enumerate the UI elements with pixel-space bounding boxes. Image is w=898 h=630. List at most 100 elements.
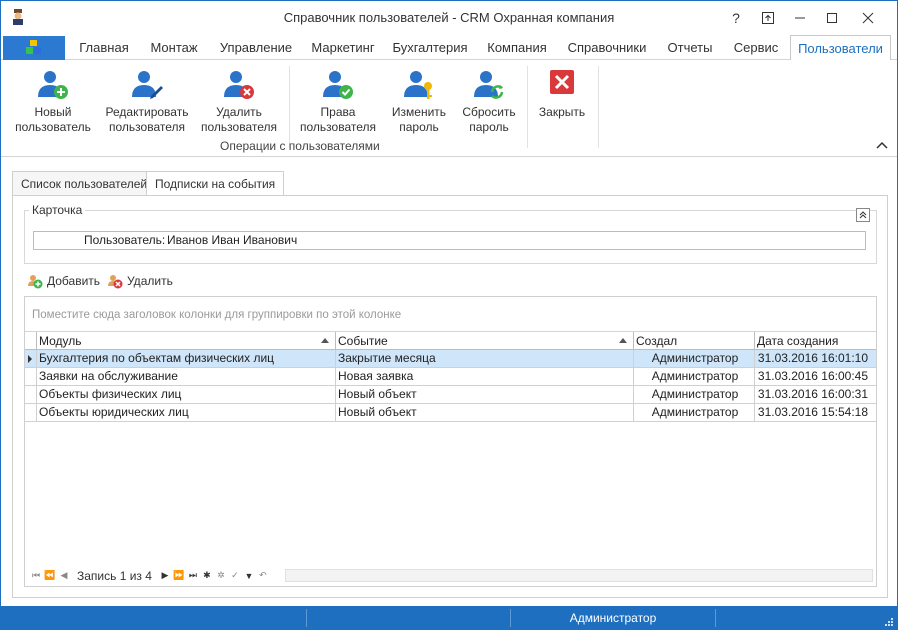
- help-label: ?: [732, 9, 740, 26]
- nav-prev-icon[interactable]: ◀: [57, 569, 71, 583]
- nav-next-page-icon[interactable]: ⏩: [172, 569, 186, 583]
- close-window-button[interactable]: [853, 1, 883, 34]
- close-red-icon: [550, 70, 574, 94]
- reset-password-button[interactable]: Сбросить пароль: [457, 66, 521, 138]
- tab-marketing[interactable]: Маркетинг: [305, 35, 381, 60]
- column-header-event-label: Событие: [338, 334, 388, 348]
- tab-user-list[interactable]: Список пользователей: [12, 171, 157, 196]
- row-indicator: [25, 386, 36, 404]
- change-password-button[interactable]: Изменить пароль: [385, 66, 453, 138]
- subscriptions-tab-page: Карточка Пользователь: Иванов Иван Ивано…: [12, 195, 888, 598]
- ribbon-display-icon: [762, 11, 774, 24]
- user-field[interactable]: Пользователь: Иванов Иван Иванович: [33, 231, 866, 250]
- tab-upravlenie[interactable]: Управление: [211, 35, 301, 60]
- nav-delete-icon[interactable]: ✲: [214, 569, 228, 583]
- tab-event-subscriptions[interactable]: Подписки на события: [146, 171, 285, 197]
- cell-created-at[interactable]: 31.03.2016 16:00:31: [754, 386, 876, 404]
- resize-grip-icon[interactable]: [884, 617, 894, 627]
- main-window: Справочник пользователей - CRM Охранная …: [0, 0, 898, 630]
- cell-event[interactable]: Новый объект: [335, 404, 633, 422]
- cell-created-by[interactable]: Администратор: [633, 404, 754, 422]
- sort-ascending-icon: [321, 338, 329, 343]
- tab-otchety[interactable]: Отчеты: [659, 35, 721, 60]
- tab-kompaniya[interactable]: Компания: [479, 35, 555, 60]
- cell-event[interactable]: Новый объект: [335, 386, 633, 404]
- tab-glavnaya[interactable]: Главная: [71, 35, 137, 60]
- edit-user-label-2: пользователя: [109, 120, 185, 134]
- cell-created-at[interactable]: 31.03.2016 16:01:10: [754, 350, 876, 368]
- user-key-icon: [404, 71, 432, 99]
- tab-polzovateli[interactable]: Пользователи: [790, 35, 891, 61]
- minimize-button[interactable]: [785, 1, 815, 34]
- maximize-button[interactable]: [817, 1, 847, 34]
- cell-created-by[interactable]: Администратор: [633, 368, 754, 386]
- user-check-icon: [323, 71, 353, 99]
- column-header-module[interactable]: Модуль: [36, 332, 335, 350]
- nav-next-icon[interactable]: ▶: [158, 569, 172, 583]
- cell-module[interactable]: Заявки на обслуживание: [36, 368, 335, 386]
- horizontal-scrollbar[interactable]: [285, 569, 873, 582]
- nav-prev-page-icon[interactable]: ⏪: [43, 569, 57, 583]
- tab-montazh[interactable]: Монтаж: [141, 35, 207, 60]
- delete-user-button[interactable]: Удалить пользователя: [197, 66, 281, 138]
- column-header-module-label: Модуль: [39, 334, 82, 348]
- add-label: Добавить: [47, 274, 101, 288]
- nav-last-icon[interactable]: ⏭: [186, 569, 200, 583]
- nav-filter-icon[interactable]: ▼: [242, 569, 256, 583]
- column-header-created-by[interactable]: Создал: [633, 332, 754, 350]
- delete-subscription-button[interactable]: Удалить: [106, 271, 173, 291]
- ribbon-separator: [598, 66, 599, 148]
- cell-created-by[interactable]: Администратор: [633, 350, 754, 368]
- user-rights-label-1: Права: [320, 105, 356, 119]
- add-icon: [28, 275, 43, 289]
- table-row[interactable]: Объекты юридических лиц Новый объект Адм…: [25, 404, 876, 422]
- header-row: Модуль Событие Создал Дата создания: [25, 332, 876, 350]
- cell-module[interactable]: Объекты физических лиц: [36, 386, 335, 404]
- maximize-icon: [827, 12, 837, 23]
- new-user-label-1: Новый: [34, 105, 72, 119]
- user-rights-button[interactable]: Права пользователя: [295, 66, 381, 138]
- column-header-created-at[interactable]: Дата создания: [754, 332, 876, 350]
- cell-event[interactable]: Новая заявка: [335, 368, 633, 386]
- ribbon-separator: [527, 66, 528, 148]
- add-subscription-button[interactable]: Добавить: [26, 271, 100, 291]
- card-title: Карточка: [29, 203, 86, 217]
- restore-ribbon-button[interactable]: [753, 1, 783, 34]
- cell-created-by[interactable]: Администратор: [633, 386, 754, 404]
- cell-module[interactable]: Объекты юридических лиц: [36, 404, 335, 422]
- ribbon-group-label: Операции с пользователями: [220, 139, 380, 153]
- delete-label: Удалить: [127, 274, 173, 288]
- nav-cancel-icon[interactable]: ↶: [256, 569, 270, 583]
- ribbon-tab-strip: Главная Монтаж Управление Маркетинг Бухг…: [1, 35, 897, 61]
- card-collapse-button[interactable]: [856, 208, 870, 222]
- reset-password-label-2: пароль: [469, 120, 509, 134]
- cubes-icon: [26, 40, 41, 54]
- nav-edit-icon[interactable]: ✓: [228, 569, 242, 583]
- table-row[interactable]: Бухгалтерия по объектам физических лиц З…: [25, 350, 876, 368]
- content-area: Список пользователей Подписки на события…: [1, 158, 897, 605]
- tab-buhgalteriya[interactable]: Бухгалтерия: [387, 35, 473, 60]
- nav-first-icon[interactable]: ⏮: [29, 569, 43, 583]
- close-form-button[interactable]: Закрыть: [533, 66, 591, 138]
- tab-servis[interactable]: Сервис: [725, 35, 787, 60]
- table-row[interactable]: Заявки на обслуживание Новая заявка Адми…: [25, 368, 876, 386]
- chevron-up-icon[interactable]: [875, 138, 889, 152]
- new-user-button[interactable]: Новый пользователь: [9, 66, 97, 138]
- reset-password-label-1: Сбросить: [462, 105, 516, 119]
- table-row[interactable]: Объекты физических лиц Новый объект Адми…: [25, 386, 876, 404]
- edit-user-button[interactable]: Редактировать пользователя: [101, 66, 193, 138]
- delete-icon: [108, 275, 123, 289]
- nav-append-icon[interactable]: ✱: [200, 569, 214, 583]
- application-menu-button[interactable]: [3, 36, 65, 60]
- minimize-icon: [795, 17, 805, 18]
- group-by-panel[interactable]: Поместите сюда заголовок колонки для гру…: [25, 297, 876, 332]
- title-bar: Справочник пользователей - CRM Охранная …: [1, 1, 897, 34]
- cell-created-at[interactable]: 31.03.2016 15:54:18: [754, 404, 876, 422]
- cell-event[interactable]: Закрытие месяца: [335, 350, 633, 368]
- tab-spravochniki[interactable]: Справочники: [561, 35, 653, 60]
- cell-created-at[interactable]: 31.03.2016 16:00:45: [754, 368, 876, 386]
- cell-module[interactable]: Бухгалтерия по объектам физических лиц: [36, 350, 335, 368]
- column-header-event[interactable]: Событие: [335, 332, 633, 350]
- help-button[interactable]: ?: [721, 1, 751, 34]
- user-refresh-icon: [474, 71, 504, 99]
